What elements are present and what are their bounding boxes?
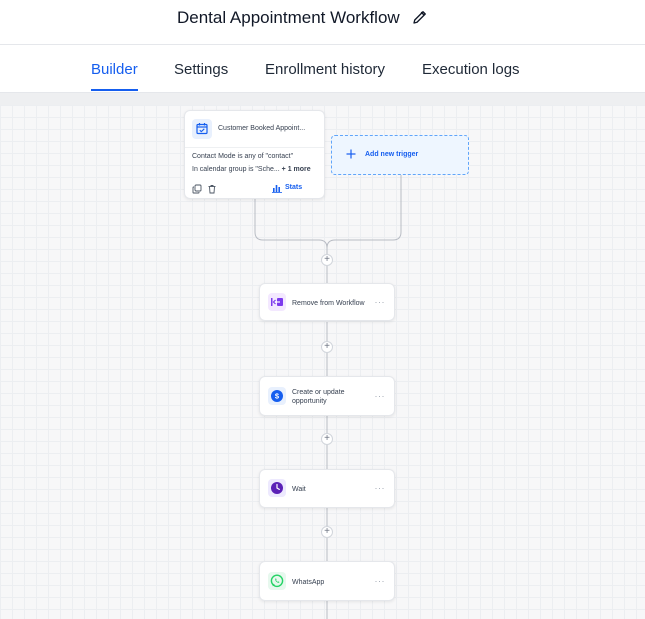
workflow-header: Dental Appointment Workflow <box>0 0 645 45</box>
stats-label: Stats <box>285 184 303 191</box>
workflow-title: Dental Appointment Workflow <box>177 8 400 27</box>
dollar-icon: $ <box>268 387 286 405</box>
tab-bar: Builder Settings Enrollment history Exec… <box>0 45 645 93</box>
node-more-menu[interactable]: ··· <box>375 297 386 307</box>
trigger-condition-2: In calendar group is "Sche... <box>192 166 280 173</box>
whatsapp-icon <box>268 572 286 590</box>
trigger-card[interactable]: Customer Booked Appoint... Contact Mode … <box>184 110 325 199</box>
add-step-button[interactable]: + <box>321 526 333 538</box>
add-step-button[interactable]: + <box>321 254 333 266</box>
tab-enrollment-history[interactable]: Enrollment history <box>265 61 385 78</box>
trigger-card-footer: Stats <box>185 181 324 198</box>
copy-icon[interactable] <box>192 184 202 194</box>
workflow-canvas[interactable]: Customer Booked Appoint... Contact Mode … <box>0 93 645 619</box>
node-more-menu[interactable]: ··· <box>375 391 386 401</box>
trigger-card-header: Customer Booked Appoint... <box>185 111 324 148</box>
tab-execution-logs[interactable]: Execution logs <box>422 61 520 78</box>
more-conditions-link[interactable]: + 1 more <box>282 166 311 173</box>
action-label: WhatsApp <box>292 579 325 586</box>
clock-icon <box>268 479 286 497</box>
action-label: Wait <box>292 486 306 493</box>
action-label: Remove from Workflow <box>292 300 365 307</box>
action-node-whatsapp[interactable]: WhatsApp ··· <box>259 561 395 601</box>
trigger-condition-1: Contact Mode is any of "contact" <box>192 153 294 160</box>
remove-from-workflow-icon <box>268 293 286 311</box>
add-new-trigger-label: Add new trigger <box>365 151 419 158</box>
trigger-title: Customer Booked Appoint... <box>218 125 306 132</box>
stats-link[interactable]: Stats <box>272 184 303 193</box>
pencil-icon[interactable] <box>411 8 429 26</box>
action-node-create-or-update-opportunity[interactable]: $ Create or update opportunity ··· <box>259 376 395 416</box>
add-new-trigger-button[interactable]: Add new trigger <box>331 135 469 175</box>
node-more-menu[interactable]: ··· <box>375 576 386 586</box>
trigger-condition-row: In calendar group is "Sche... + 1 more <box>192 166 311 173</box>
node-more-menu[interactable]: ··· <box>375 483 386 493</box>
add-step-button[interactable]: + <box>321 433 333 445</box>
calendar-check-icon <box>192 119 212 139</box>
active-tab-indicator <box>91 89 138 91</box>
plus-icon <box>346 149 356 159</box>
tab-settings[interactable]: Settings <box>174 61 228 78</box>
tab-builder[interactable]: Builder <box>91 61 138 78</box>
action-node-remove-from-workflow[interactable]: Remove from Workflow ··· <box>259 283 395 321</box>
add-step-button[interactable]: + <box>321 341 333 353</box>
action-node-wait[interactable]: Wait ··· <box>259 469 395 508</box>
action-label: Create or update opportunity <box>292 389 345 405</box>
bar-chart-icon <box>272 185 282 193</box>
trash-icon[interactable] <box>207 184 217 194</box>
